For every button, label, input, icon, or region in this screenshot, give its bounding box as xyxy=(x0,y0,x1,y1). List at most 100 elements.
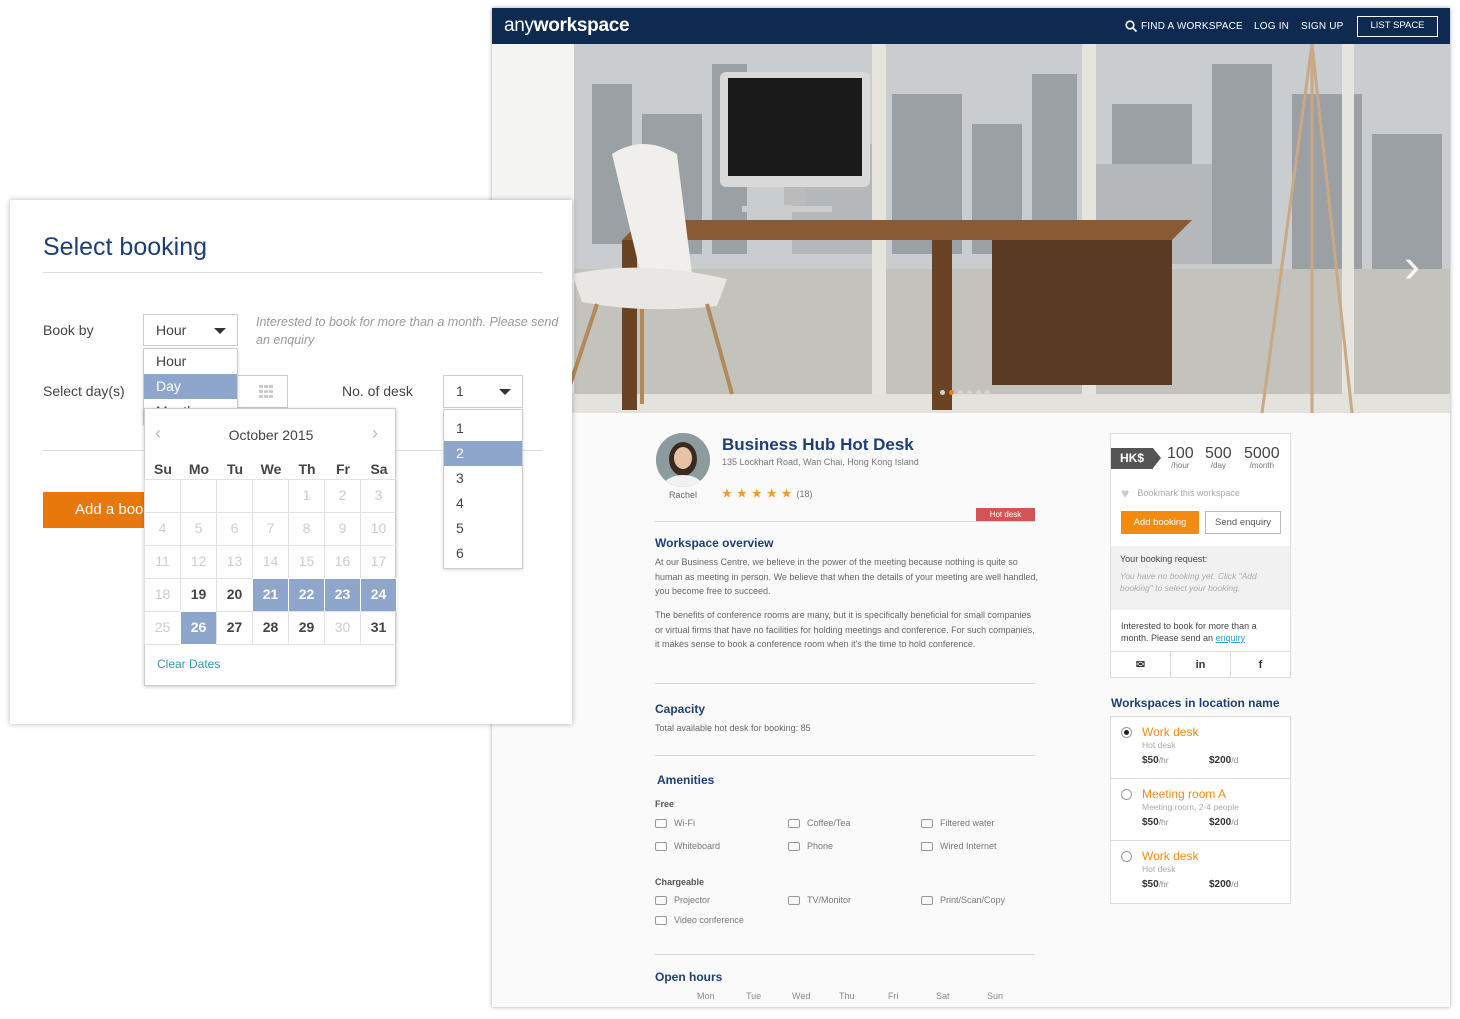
wifi-icon xyxy=(655,818,667,828)
workspace-name[interactable]: Meeting room A xyxy=(1142,787,1226,801)
divider xyxy=(655,954,1035,955)
list-space-button[interactable]: LIST SPACE xyxy=(1357,16,1438,37)
calendar-day: 1 xyxy=(288,479,325,513)
calendar-day: 12 xyxy=(180,545,217,579)
day-wed: Wed xyxy=(792,991,811,1001)
coffee-icon xyxy=(788,818,800,828)
enquiry-link[interactable]: enquiry xyxy=(1216,633,1246,643)
book-by-select[interactable]: Hour xyxy=(143,314,238,346)
desk-option[interactable]: 4 xyxy=(444,491,522,516)
date-range-input[interactable] xyxy=(236,375,288,408)
calendar-day-selected[interactable]: 24 xyxy=(360,578,397,612)
radio[interactable] xyxy=(1121,789,1132,800)
day-tue: Tue xyxy=(746,991,762,1001)
login-link[interactable]: LOG IN xyxy=(1254,21,1289,32)
book-by-label: Book by xyxy=(43,322,94,338)
carousel-dot-active[interactable] xyxy=(949,390,954,395)
calendar-day[interactable]: 19 xyxy=(180,578,217,612)
radio[interactable] xyxy=(1121,851,1132,862)
add-booking-button[interactable]: Add booking xyxy=(1121,511,1199,534)
amenities-heading: Amenities xyxy=(657,773,715,787)
price-box: HK$ 100/hour 500/day 5000/month ♥ Bookmar… xyxy=(1110,433,1291,678)
calendar-day-selected[interactable]: 21 xyxy=(252,578,289,612)
heart-icon[interactable]: ♥ xyxy=(1121,485,1129,501)
workspace-item[interactable]: Work desk Hot desk $50/hr $200/d xyxy=(1111,717,1290,779)
calendar-day: 3 xyxy=(360,479,397,513)
divider xyxy=(655,683,1035,684)
calendar-grid-icon xyxy=(259,385,273,398)
hero-image: › xyxy=(492,44,1450,413)
day-mon: Mon xyxy=(697,991,715,1001)
send-enquiry-button[interactable]: Send enquiry xyxy=(1205,511,1281,534)
workspace-type: Meeting room, 2-4 people xyxy=(1142,802,1239,812)
carousel-dot[interactable] xyxy=(985,390,990,395)
search-icon[interactable] xyxy=(1125,20,1137,32)
radio-selected[interactable] xyxy=(1121,727,1132,738)
calendar-day[interactable]: 28 xyxy=(252,611,289,645)
price-hour: 100/hour xyxy=(1167,445,1194,470)
booking-request-empty: You have no booking yet. Click "Add book… xyxy=(1120,571,1257,593)
calendar-day: 5 xyxy=(180,512,217,546)
carousel-dot[interactable] xyxy=(940,390,945,395)
calendar-day[interactable]: 31 xyxy=(360,611,397,645)
calendar-day: 30 xyxy=(324,611,361,645)
calendar-day[interactable]: 29 xyxy=(288,611,325,645)
star-icons: ★ ★ ★ ★ ★ xyxy=(722,488,793,500)
workspace-type: Hot desk xyxy=(1142,740,1176,750)
divider xyxy=(43,272,543,273)
video-icon xyxy=(655,915,667,925)
calendar-day-selected[interactable]: 23 xyxy=(324,578,361,612)
free-label: Free xyxy=(655,799,675,809)
amenity-projector: Projector xyxy=(655,895,710,905)
email-icon[interactable]: ✉ xyxy=(1111,652,1171,678)
calendar-day-selected[interactable]: 26 xyxy=(180,611,217,645)
carousel-dots xyxy=(940,390,990,395)
calendar-day[interactable]: 20 xyxy=(216,578,253,612)
desk-option[interactable]: 3 xyxy=(444,466,522,491)
find-workspace-link[interactable]: FIND A WORKSPACE xyxy=(1141,21,1243,32)
workspace-price-day: $200/d xyxy=(1209,755,1239,766)
linkedin-icon[interactable]: in xyxy=(1171,652,1231,678)
bookmark-link[interactable]: ♥ Bookmark this workspace xyxy=(1121,485,1240,501)
facebook-icon[interactable]: f xyxy=(1231,652,1290,678)
booking-request-panel: Your booking request: You have no bookin… xyxy=(1111,546,1290,610)
next-slide-icon[interactable]: › xyxy=(1404,239,1420,294)
signup-link[interactable]: SIGN UP xyxy=(1301,21,1344,32)
carousel-dot[interactable] xyxy=(967,390,972,395)
desk-count-select[interactable]: 1 xyxy=(443,375,523,408)
next-month-icon[interactable]: › xyxy=(372,423,378,444)
desk-option[interactable]: 5 xyxy=(444,516,522,541)
calendar-day: 6 xyxy=(216,512,253,546)
calendar-day-selected[interactable]: 22 xyxy=(288,578,325,612)
amenity-video: Video conference xyxy=(655,915,744,925)
clear-dates-link[interactable]: Clear Dates xyxy=(157,657,220,671)
water-icon xyxy=(921,818,933,828)
amenity-tv: TV/Monitor xyxy=(788,895,851,905)
workspace-item[interactable]: Work desk Hot desk $50/hr $200/d xyxy=(1111,841,1290,903)
enquiry-note: Interested to book for more than a month… xyxy=(1121,621,1257,643)
option-hour[interactable]: Hour xyxy=(144,349,237,374)
workspace-list: Work desk Hot desk $50/hr $200/d Meeting… xyxy=(1110,716,1291,904)
calendar-day[interactable]: 27 xyxy=(216,611,253,645)
calendar-day: 16 xyxy=(324,545,361,579)
panel-title: Select booking xyxy=(43,233,208,261)
option-day[interactable]: Day xyxy=(144,374,237,399)
desk-option[interactable]: 6 xyxy=(444,541,522,566)
carousel-dot[interactable] xyxy=(958,390,963,395)
workspace-name[interactable]: Work desk xyxy=(1142,725,1198,739)
carousel-dot[interactable] xyxy=(976,390,981,395)
tv-icon xyxy=(788,895,800,905)
projector-icon xyxy=(655,895,667,905)
workspace-price-day: $200/d xyxy=(1209,817,1239,828)
price-day: 500/day xyxy=(1205,445,1232,470)
host-avatar xyxy=(656,433,710,487)
logo[interactable]: anyworkspace xyxy=(504,15,630,37)
review-count[interactable]: (18) xyxy=(797,489,813,499)
desk-option[interactable]: 1 xyxy=(444,416,522,441)
desk-option-selected[interactable]: 2 xyxy=(444,441,522,466)
workspace-item[interactable]: Meeting room A Meeting room, 2-4 people … xyxy=(1111,779,1290,841)
calendar-day-empty xyxy=(144,479,181,513)
day-thu: Thu xyxy=(839,991,855,1001)
workspace-name[interactable]: Work desk xyxy=(1142,849,1198,863)
amenity-water: Filtered water xyxy=(921,818,995,828)
